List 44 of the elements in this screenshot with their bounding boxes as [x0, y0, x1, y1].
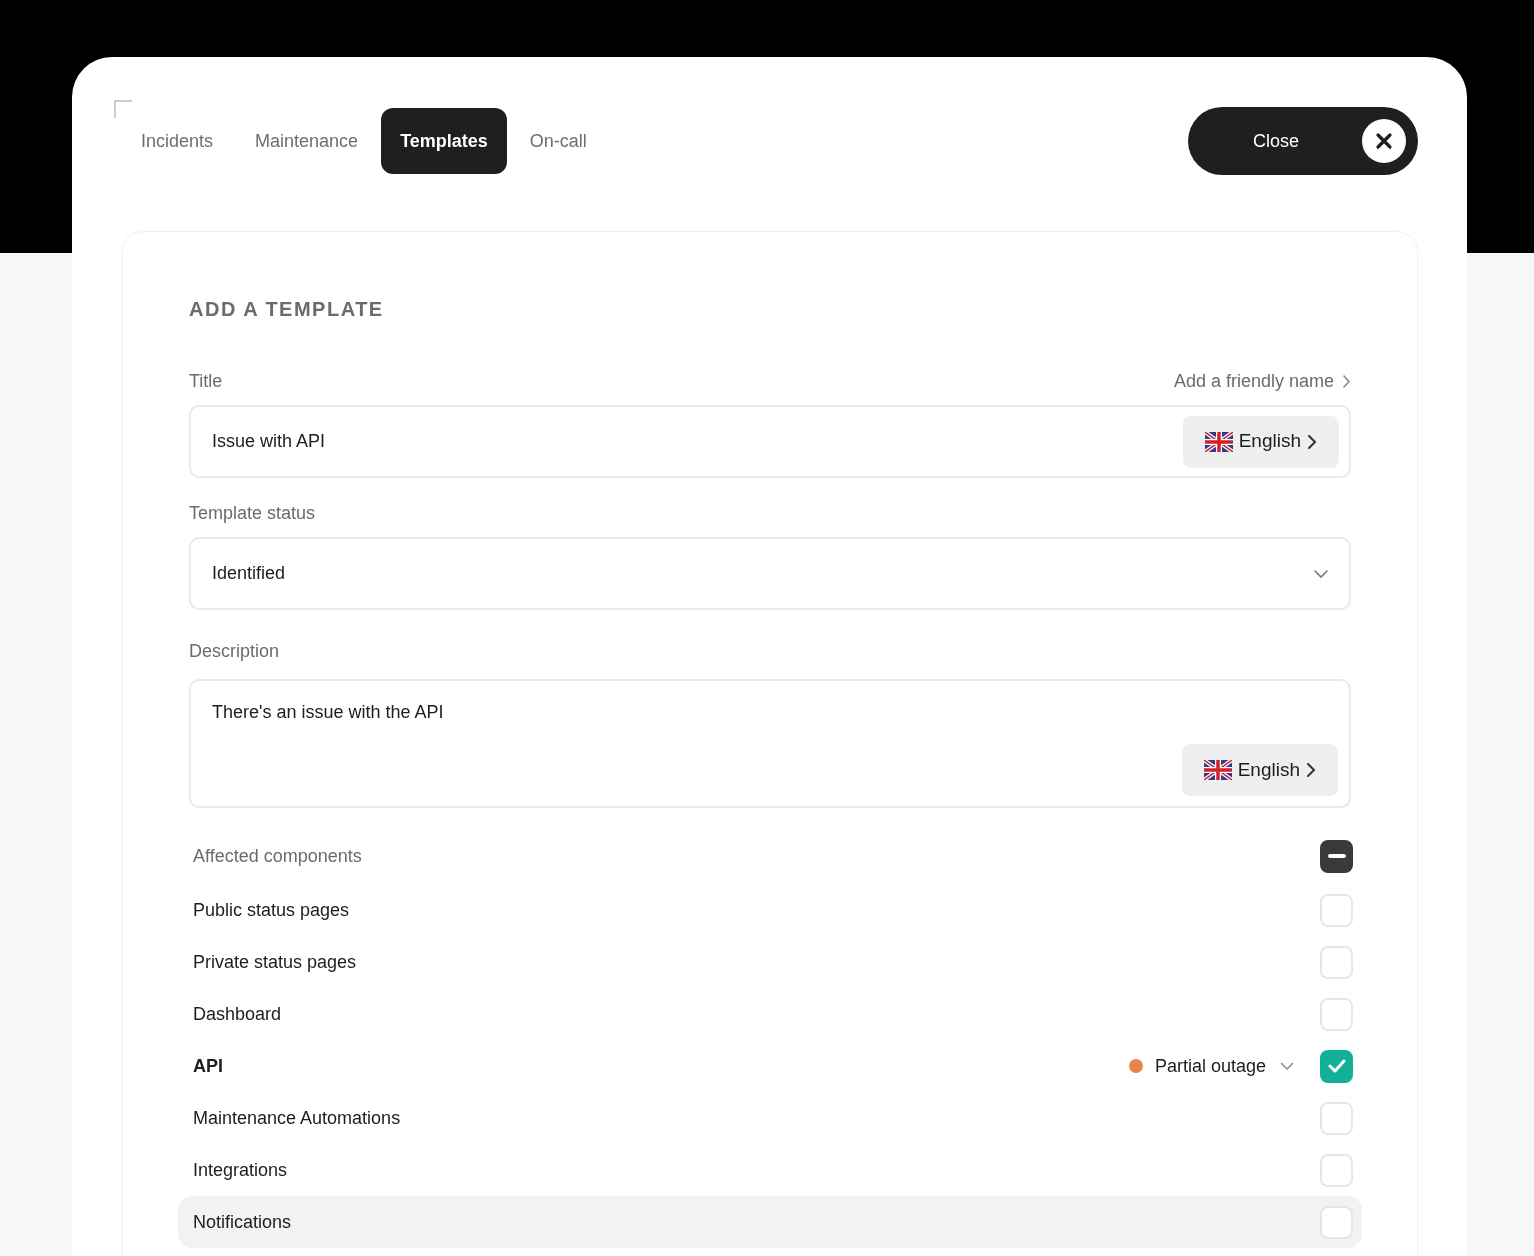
select-all-checkbox[interactable]	[1320, 839, 1353, 873]
chevron-right-icon	[1342, 374, 1351, 389]
close-button[interactable]: Close	[1188, 107, 1418, 175]
language-button[interactable]: English	[1182, 415, 1339, 468]
description-field[interactable]: There's an issue with the API English	[189, 679, 1351, 808]
field-label: Description	[189, 640, 281, 663]
status-dropdown[interactable]: Partial outage	[1128, 1052, 1294, 1080]
component-row[interactable]: Public status pages	[178, 884, 1362, 936]
friendly-name-link[interactable]: Add a friendly name	[1173, 368, 1351, 395]
component-name: API	[193, 1054, 223, 1078]
chevron-down-icon	[1280, 1061, 1294, 1071]
component-name: Public status pages	[193, 898, 350, 922]
component-row[interactable]: Dashboard	[178, 988, 1362, 1040]
component-name: Notifications	[193, 1210, 292, 1234]
field-label: Template status	[189, 502, 317, 525]
tab[interactable]: Incidents	[122, 108, 233, 174]
chevron-right-icon	[1307, 433, 1317, 450]
language-button[interactable]: English	[1181, 744, 1338, 796]
status-select[interactable]: Identified	[189, 537, 1351, 610]
corner-mark	[114, 100, 132, 118]
tab[interactable]: On-call	[510, 108, 606, 174]
component-row[interactable]: API Partial outage	[178, 1040, 1362, 1092]
component-row[interactable]: Maintenance Automations	[178, 1092, 1362, 1144]
section-label: Affected components	[193, 844, 362, 868]
component-name: Private status pages	[193, 950, 357, 974]
component-name: Dashboard	[193, 1002, 282, 1026]
component-row[interactable]: Integrations	[178, 1144, 1362, 1196]
field-label: Title	[189, 370, 223, 393]
close-icon	[1362, 119, 1406, 163]
component-name: Maintenance Automations	[193, 1106, 401, 1130]
chevron-down-icon	[1313, 568, 1329, 579]
checkbox[interactable]	[1320, 1049, 1353, 1083]
tab[interactable]: Maintenance	[236, 108, 378, 174]
component-row[interactable]: Private status pages	[178, 936, 1362, 988]
section-heading: ADD A TEMPLATE	[189, 297, 385, 322]
title-field[interactable]: Issue with API English	[189, 405, 1351, 478]
component-name: Integrations	[193, 1158, 288, 1182]
flag-icon	[1203, 760, 1232, 780]
checkmark-icon	[1327, 1059, 1346, 1073]
flag-icon	[1204, 431, 1233, 452]
component-row[interactable]: Notifications	[178, 1196, 1362, 1248]
minus-icon	[1327, 854, 1346, 858]
chevron-right-icon	[1306, 762, 1316, 778]
tab[interactable]: Templates	[381, 108, 507, 174]
